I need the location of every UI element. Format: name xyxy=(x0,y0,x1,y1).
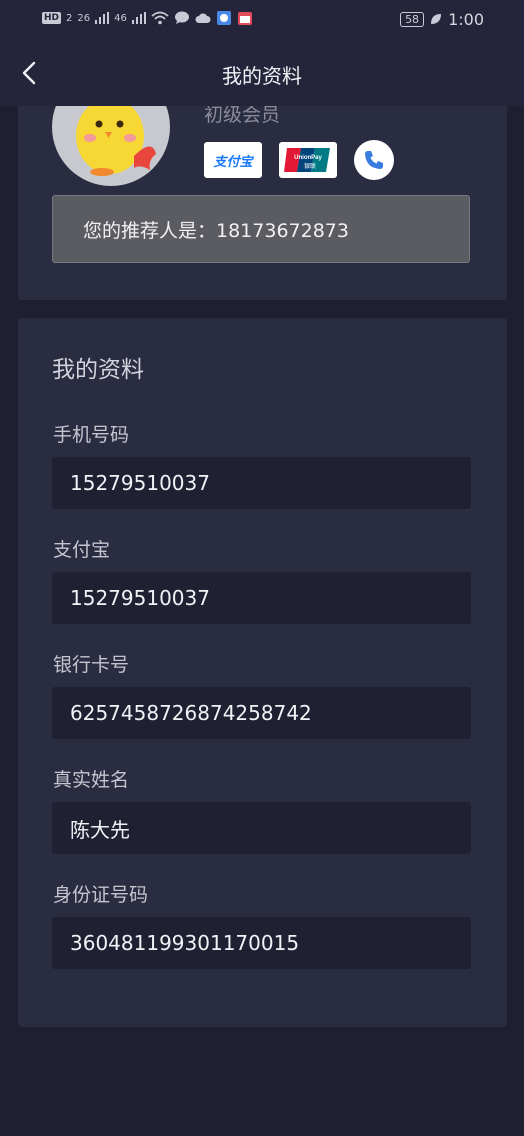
app-notification-icon xyxy=(216,10,232,26)
real-name-label: 真实姓名 xyxy=(53,769,130,791)
alipay-field[interactable]: 15279510037 xyxy=(52,572,471,624)
referrer-text: 您的推荐人是：18173672873 xyxy=(83,219,349,242)
wifi-icon xyxy=(151,11,169,25)
bank-card-field[interactable]: 6257458726874258742 xyxy=(52,687,471,739)
hd-icon: HD xyxy=(42,12,62,24)
real-name-field[interactable]: 陈大先 xyxy=(52,802,471,854)
unionpay-logo: UnionPay 银联 xyxy=(284,148,330,172)
phone-field[interactable]: 15279510037 xyxy=(52,457,471,509)
section-title: 我的资料 xyxy=(52,357,144,383)
payment-icons: 支付宝 UnionPay 银联 xyxy=(204,140,394,180)
unionpay-button[interactable]: UnionPay 银联 xyxy=(279,142,337,178)
referrer-box: 您的推荐人是：18173672873 xyxy=(52,195,470,263)
nav-bar: 我的资料 xyxy=(0,40,524,106)
alipay-value: 15279510037 xyxy=(70,586,210,610)
bank-card-value: 6257458726874258742 xyxy=(70,701,312,725)
status-icons-right: 58 1:00 xyxy=(400,10,484,29)
chat-bubble-icon xyxy=(174,11,190,25)
bank-card-label: 银行卡号 xyxy=(53,654,130,676)
clock: 1:00 xyxy=(448,10,484,29)
alipay-button[interactable]: 支付宝 xyxy=(204,142,262,178)
alipay-label: 支付宝 xyxy=(53,539,111,561)
svg-text:UnionPay: UnionPay xyxy=(294,155,322,161)
id-number-field[interactable]: 360481199301170015 xyxy=(52,917,471,969)
svg-text:银联: 银联 xyxy=(304,162,316,170)
alipay-logo: 支付宝 xyxy=(213,154,253,170)
calendar-notification-icon xyxy=(237,10,253,26)
id-number-value: 360481199301170015 xyxy=(70,931,300,955)
id-number-label: 身份证号码 xyxy=(53,884,149,906)
call-button[interactable] xyxy=(354,140,394,180)
page-title: 我的资料 xyxy=(222,64,302,88)
phone-value: 15279510037 xyxy=(70,471,210,495)
network-2g-label: 26 xyxy=(77,12,91,24)
phone-label: 手机号码 xyxy=(53,424,130,446)
status-bar: HD 2 26 46 58 1:00 xyxy=(0,0,524,40)
signal-icon xyxy=(95,12,110,24)
status-icons-left: HD 2 26 46 xyxy=(42,10,253,26)
sim-slot-label: 2 xyxy=(66,12,73,24)
phone-icon xyxy=(365,151,383,169)
cloud-icon xyxy=(195,12,211,24)
leaf-icon xyxy=(430,11,442,29)
battery-indicator: 58 xyxy=(400,12,425,27)
real-name-value: 陈大先 xyxy=(70,817,130,842)
network-4g-label: 46 xyxy=(114,12,127,24)
signal-icon-2 xyxy=(131,12,146,24)
